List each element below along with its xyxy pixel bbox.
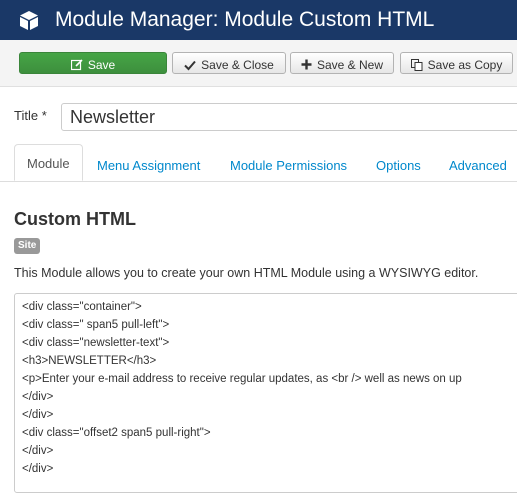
html-editor[interactable]: <div class="container"> <div class=" spa… [14,293,517,493]
tab-module[interactable]: Module [14,144,83,181]
app-header: Module Manager: Module Custom HTML [0,0,517,40]
tab-advanced[interactable]: Advanced [449,150,507,181]
tab-module-permissions[interactable]: Module Permissions [230,150,347,181]
code-line: </div> [22,445,54,457]
title-label: Title * [14,108,47,123]
save-label: Save [87,57,116,72]
code-line: <h3>NEWSLETTER</h3> [22,355,157,367]
save-copy-label: Save as Copy [427,57,503,72]
edit-icon [70,59,83,70]
save-close-button[interactable]: Save & Close [172,52,286,74]
tab-options[interactable]: Options [376,150,421,181]
code-line: <div class=" span5 pull-left"> [22,319,170,331]
code-line: <div class="container"> [22,301,142,313]
code-line: <div class="newsletter-text"> [22,337,170,349]
tab-bar: Module Menu Assignment Module Permission… [0,144,517,182]
page-title: Module Manager: Module Custom HTML [55,8,435,31]
code-line: </div> [22,463,54,475]
code-line: <div class="offset2 span5 pull-right"> [22,427,211,439]
toolbar: Save Save & Close Save & New Save as Cop… [0,40,517,87]
copy-icon [410,58,423,71]
checkmark-icon [184,60,196,71]
save-new-button[interactable]: Save & New [290,52,394,74]
cube-icon [20,11,38,30]
save-button[interactable]: Save [19,52,167,74]
save-new-label: Save & New [316,57,384,72]
module-description: This Module allows you to create your ow… [14,266,479,280]
save-close-label: Save & Close [201,57,274,72]
tab-menu-assignment[interactable]: Menu Assignment [97,150,200,181]
plus-icon [301,59,312,70]
title-input[interactable]: Newsletter [61,103,517,131]
code-line: </div> [22,391,54,403]
code-line: <p>Enter your e-mail address to receive … [22,373,462,385]
code-line: </div> [22,409,54,421]
section-heading: Custom HTML [14,209,136,229]
site-badge: Site [14,238,41,254]
save-copy-button[interactable]: Save as Copy [400,52,513,74]
